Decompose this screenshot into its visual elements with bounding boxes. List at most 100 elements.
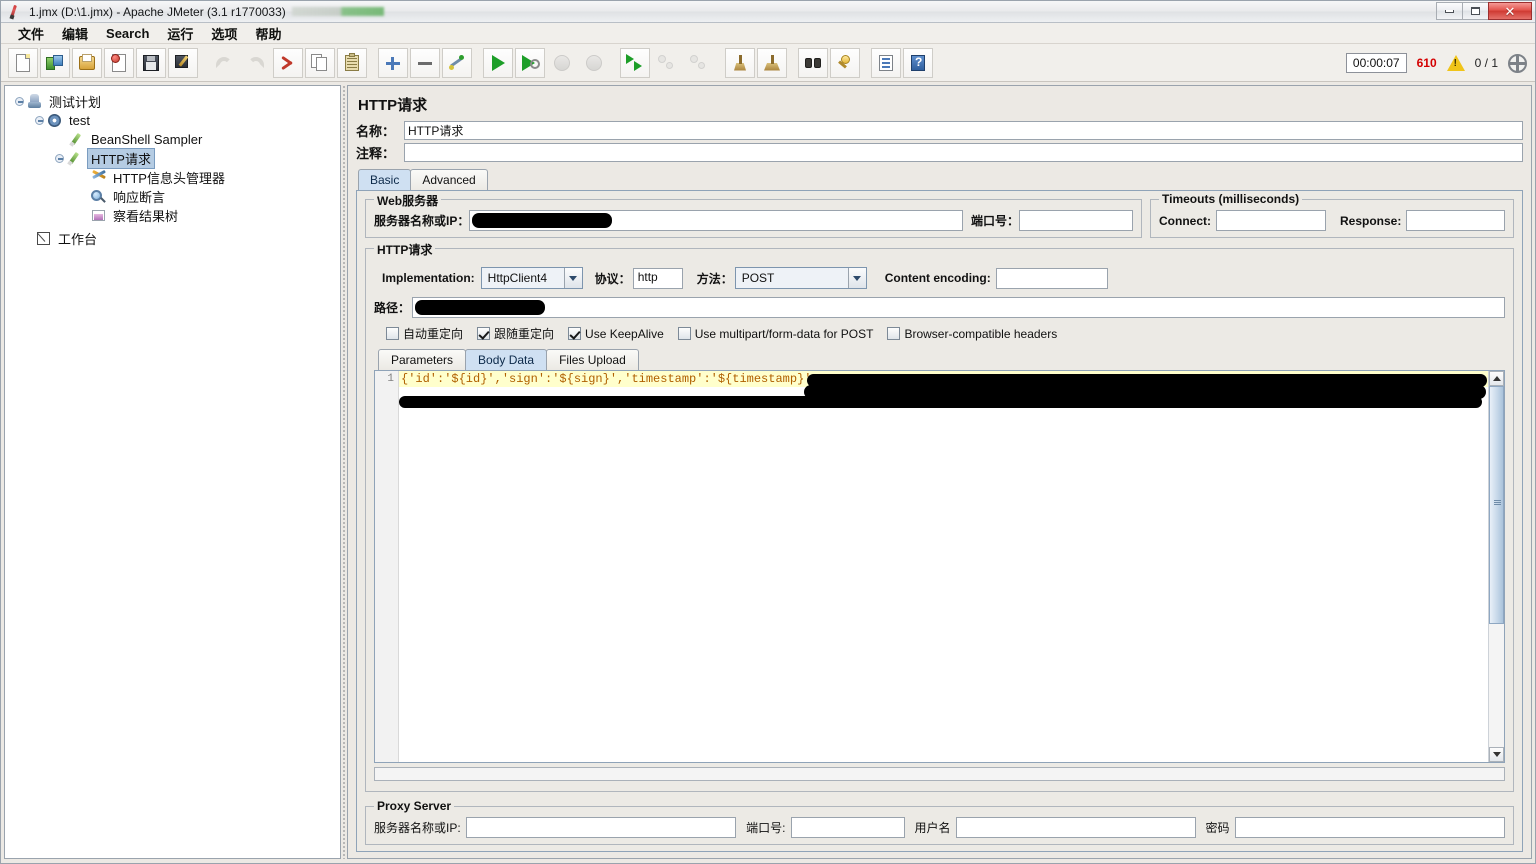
chevron-down-icon[interactable]: [563, 268, 582, 288]
clear-button[interactable]: [725, 47, 755, 78]
menu-edit[interactable]: 编辑: [53, 22, 97, 45]
tree-node-view-results-tree[interactable]: 察看结果树: [11, 206, 340, 225]
checkbox-follow-redirect[interactable]: 跟随重定向: [477, 325, 554, 342]
comment-input[interactable]: [404, 143, 1523, 162]
expand-handle-icon[interactable]: [55, 154, 64, 163]
editor-vertical-scrollbar[interactable]: [1488, 371, 1504, 762]
menu-file[interactable]: 文件: [9, 22, 53, 45]
new-file-button[interactable]: [8, 47, 38, 78]
checkbox-label: 跟随重定向: [494, 327, 555, 341]
code-area[interactable]: {'id':'${id}','sign':'${sign}','timestam…: [399, 371, 1488, 762]
tab-advanced[interactable]: Advanced: [410, 169, 488, 190]
remote-shutdown-all-button[interactable]: [684, 48, 714, 78]
server-port-input[interactable]: [1019, 210, 1133, 231]
expand-handle-icon[interactable]: [35, 116, 44, 125]
tab-files-upload[interactable]: Files Upload: [546, 349, 639, 370]
save-button[interactable]: [136, 47, 166, 78]
tree-node-http-request[interactable]: HTTP请求: [11, 148, 340, 169]
cut-button[interactable]: [273, 47, 303, 78]
method-select[interactable]: POST: [734, 267, 867, 289]
remote-start-all-button[interactable]: [620, 47, 650, 78]
close-button[interactable]: ✕: [1488, 2, 1532, 20]
checkbox-use-keepalive[interactable]: Use KeepAlive: [568, 327, 664, 341]
minimize-button[interactable]: [1436, 2, 1463, 20]
menu-search[interactable]: Search: [97, 24, 158, 43]
proxy-password-label: 密码: [1205, 821, 1230, 835]
close-document-button[interactable]: [104, 47, 134, 78]
checkbox-multipart-form-data[interactable]: Use multipart/form-data for POST: [677, 327, 873, 341]
maximize-button[interactable]: [1462, 2, 1489, 20]
test-plan-tree-pane[interactable]: 测试计划 test BeanShell Sampler HTTP请求 HTTP信…: [4, 85, 341, 859]
http-request-group: HTTP请求 Implementation: HttpClient4 协议： h…: [365, 241, 1514, 792]
proxy-username-input[interactable]: [955, 817, 1196, 838]
start-button[interactable]: [483, 47, 513, 78]
editor-horizontal-scrollbar[interactable]: [374, 767, 1505, 781]
proxy-port-input[interactable]: [790, 817, 905, 838]
stop-button[interactable]: [547, 48, 577, 78]
templates-button[interactable]: [40, 47, 70, 78]
body-data-editor[interactable]: 1 {'id':'${id}','sign':'${sign}','timest…: [374, 370, 1505, 763]
shutdown-button[interactable]: [579, 48, 609, 78]
name-input[interactable]: HTTP请求: [404, 121, 1523, 140]
clear-all-button[interactable]: [757, 47, 787, 78]
tree-node-header-manager[interactable]: HTTP信息头管理器: [11, 168, 340, 187]
checkbox-box[interactable]: [677, 327, 691, 340]
tree-node-test[interactable]: test: [11, 111, 340, 130]
tree-node-response-assertion[interactable]: 响应断言: [11, 187, 340, 206]
chevron-down-icon[interactable]: [847, 268, 866, 288]
checkbox-box[interactable]: [477, 327, 491, 340]
warning-triangle-icon[interactable]: [1446, 55, 1465, 71]
redo-button[interactable]: [241, 48, 271, 78]
undo-button[interactable]: [209, 48, 239, 78]
tab-parameters[interactable]: Parameters: [378, 349, 467, 370]
path-input[interactable]: [412, 297, 1505, 318]
tree-node-beanshell-sampler[interactable]: BeanShell Sampler: [11, 130, 340, 149]
tree-node-workbench[interactable]: 工作台: [11, 229, 340, 248]
save-as-button[interactable]: [168, 47, 198, 78]
remote-stop-all-button[interactable]: [652, 48, 682, 78]
expand-all-button[interactable]: [378, 47, 408, 78]
server-host-input[interactable]: [469, 210, 963, 231]
toggle-button[interactable]: [442, 47, 472, 78]
tree-node-test-plan[interactable]: 测试计划: [11, 92, 340, 111]
expand-handle-icon[interactable]: [15, 97, 24, 106]
checkbox-label: Browser-compatible headers: [904, 326, 1058, 341]
remote-stop-all-icon: [657, 53, 677, 73]
protocol-input[interactable]: http: [632, 267, 683, 289]
checkbox-box[interactable]: [887, 327, 901, 340]
function-helper-button[interactable]: [871, 47, 901, 78]
menu-run[interactable]: 运行: [158, 22, 202, 45]
implementation-select[interactable]: HttpClient4: [480, 267, 583, 289]
proxy-server-group: Proxy Server 服务器名称或IP: 端口号: 用户名 密码: [365, 799, 1514, 845]
pane-splitter[interactable]: [341, 85, 347, 859]
menu-options[interactable]: 选项: [202, 22, 246, 45]
proxy-password-input[interactable]: [1234, 817, 1505, 838]
start-no-pauses-button[interactable]: [515, 47, 545, 78]
checkbox-box[interactable]: [568, 327, 582, 340]
open-button[interactable]: [72, 47, 102, 78]
checkbox-browser-compatible-headers[interactable]: Browser-compatible headers: [887, 327, 1057, 341]
help-button[interactable]: ?: [903, 47, 933, 78]
proxy-port-label: 端口号:: [746, 821, 786, 835]
copy-button[interactable]: [305, 47, 335, 78]
scrollbar-thumb[interactable]: [1489, 386, 1504, 625]
tab-basic[interactable]: Basic: [358, 169, 412, 190]
content-encoding-label: Content encoding:: [884, 271, 991, 285]
scrollbar-track[interactable]: [1489, 386, 1504, 747]
checkbox-box[interactable]: [386, 327, 399, 340]
proxy-host-input[interactable]: [465, 817, 737, 838]
search-reset-button[interactable]: [830, 47, 860, 78]
menu-help[interactable]: 帮助: [246, 22, 290, 45]
content-encoding-input[interactable]: [995, 267, 1108, 289]
tab-body-data[interactable]: Body Data: [465, 349, 548, 370]
paste-button[interactable]: [337, 47, 367, 78]
sampler-icon: [68, 132, 85, 148]
response-timeout-input[interactable]: [1406, 210, 1505, 231]
start-icon: [488, 53, 508, 73]
scroll-up-arrow-icon[interactable]: [1489, 371, 1504, 386]
connect-timeout-input[interactable]: [1216, 210, 1326, 231]
scroll-down-arrow-icon[interactable]: [1489, 747, 1504, 762]
search-button[interactable]: [798, 47, 828, 78]
checkbox-auto-redirect[interactable]: 自动重定向: [386, 325, 463, 342]
collapse-all-button[interactable]: [410, 47, 440, 78]
